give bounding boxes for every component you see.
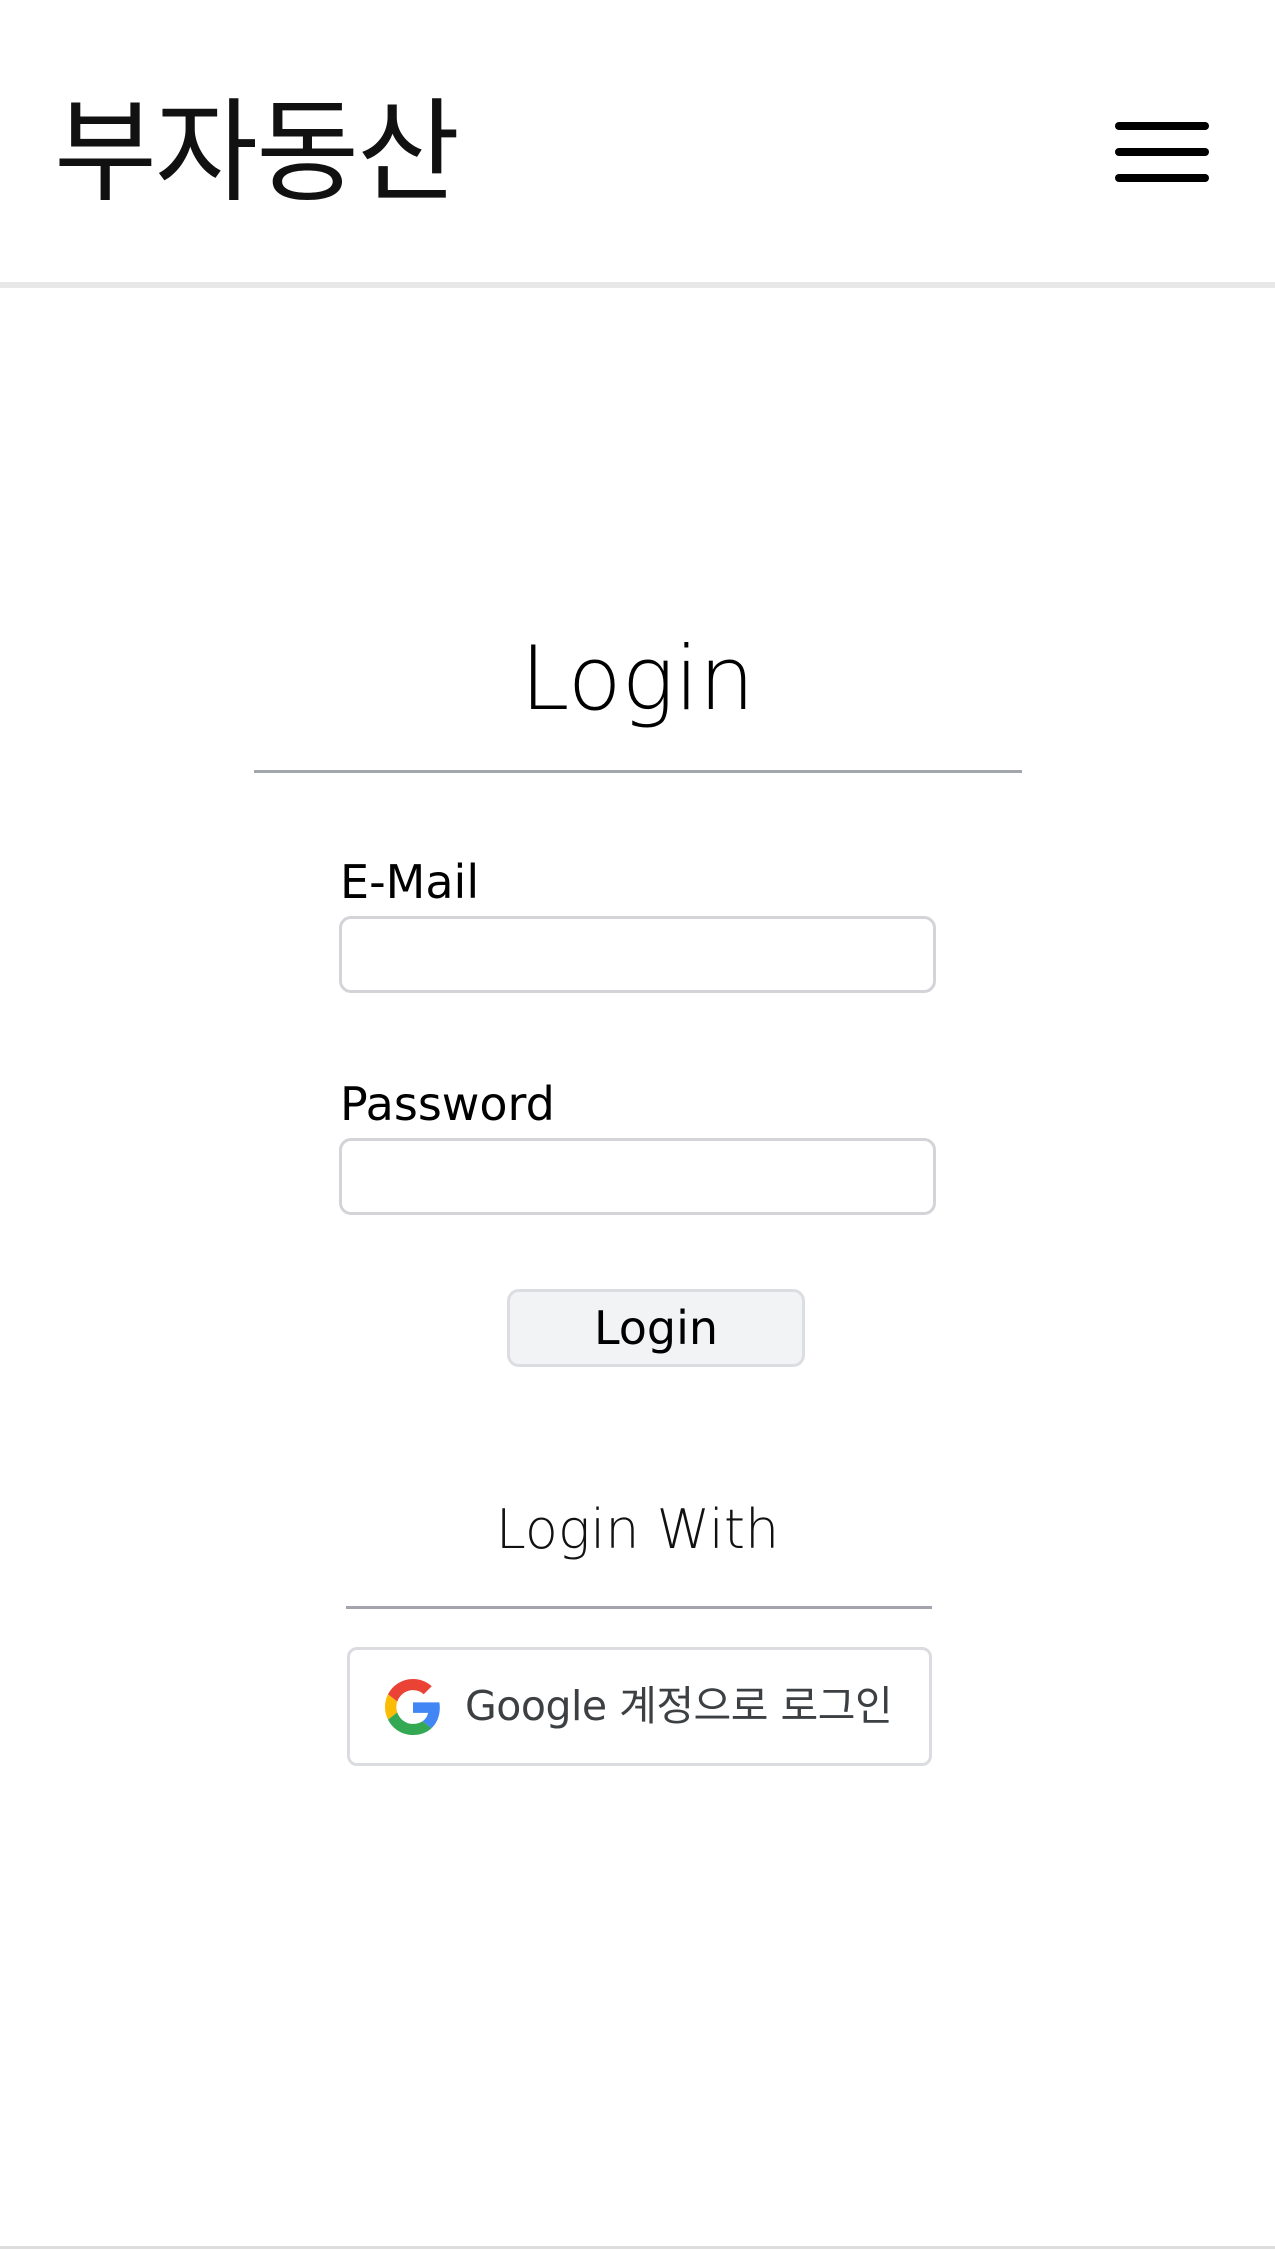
password-label: Password — [340, 1077, 555, 1131]
page-title: Login — [520, 627, 755, 730]
google-login-button[interactable]: Google 계정으로 로그인 — [347, 1647, 932, 1766]
google-g-icon — [385, 1679, 441, 1735]
hamburger-menu-icon[interactable] — [1115, 118, 1209, 190]
bottom-divider — [0, 2246, 1275, 2249]
login-button[interactable]: Login — [507, 1289, 805, 1367]
title-divider — [254, 770, 1022, 773]
menu-bar — [1115, 148, 1209, 156]
password-field[interactable] — [339, 1138, 936, 1215]
login-with-divider — [346, 1606, 932, 1609]
menu-bar — [1115, 122, 1209, 130]
login-with-heading: Login With — [495, 1498, 780, 1561]
menu-bar — [1115, 174, 1209, 182]
brand-logo-text[interactable]: 부자동산 — [54, 88, 460, 218]
site-header: 부자동산 — [0, 0, 1275, 288]
email-field[interactable] — [339, 916, 936, 993]
google-login-label: Google 계정으로 로그인 — [465, 1682, 893, 1730]
email-label: E-Mail — [340, 855, 480, 909]
